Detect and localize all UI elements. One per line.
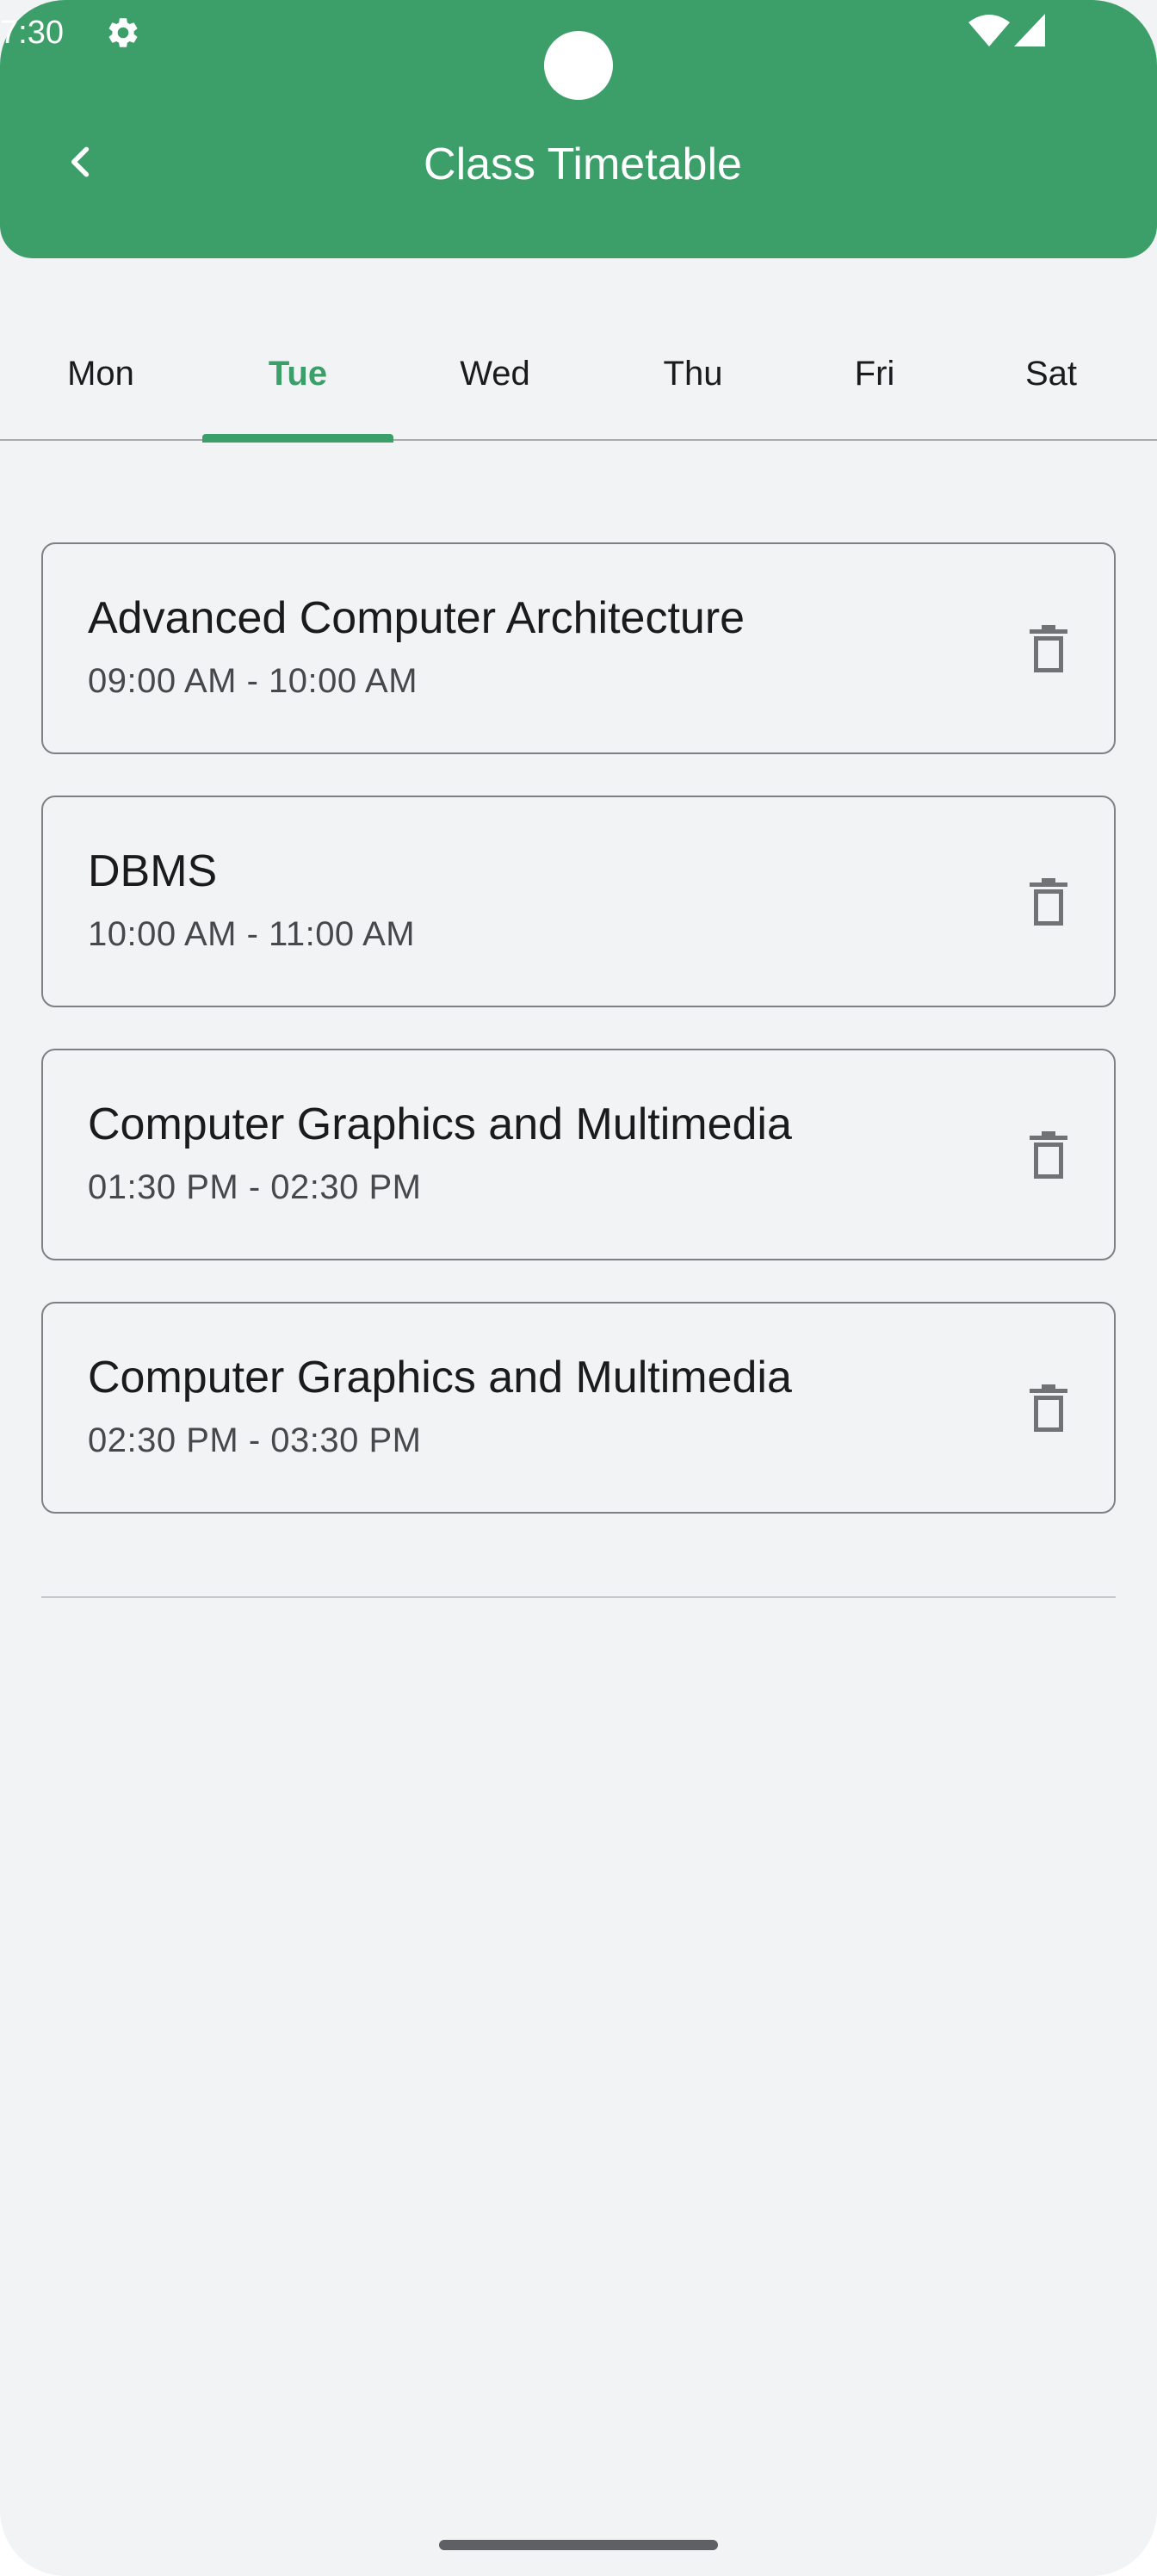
trash-icon bbox=[1030, 625, 1067, 672]
day-tabs: Mon Tue Wed Thu Fri Sat bbox=[0, 325, 1157, 441]
class-time: 09:00 AM - 10:00 AM bbox=[88, 662, 418, 700]
class-name: Computer Graphics and Multimedia bbox=[88, 1353, 792, 1403]
class-card[interactable]: Computer Graphics and Multimedia 02:30 P… bbox=[41, 1302, 1116, 1514]
trash-icon bbox=[1030, 1384, 1067, 1432]
trash-icon bbox=[1030, 878, 1067, 926]
list-divider bbox=[41, 1596, 1116, 1598]
tab-wed[interactable]: Wed bbox=[460, 348, 530, 399]
tab-mon[interactable]: Mon bbox=[67, 348, 134, 399]
class-name: Computer Graphics and Multimedia bbox=[88, 1099, 792, 1149]
signal-icon bbox=[1012, 12, 1047, 48]
delete-class-button[interactable] bbox=[1012, 613, 1085, 685]
class-name: DBMS bbox=[88, 846, 218, 896]
class-card[interactable]: DBMS 10:00 AM - 11:00 AM bbox=[41, 796, 1116, 1007]
app-screen: 7:30 Class Timetable Mon Tue Wed Thu Fri… bbox=[0, 0, 1157, 2576]
page-title: Class Timetable bbox=[424, 139, 742, 189]
status-time: 7:30 bbox=[0, 15, 64, 51]
class-time: 02:30 PM - 03:30 PM bbox=[88, 1421, 422, 1459]
delete-class-button[interactable] bbox=[1012, 1119, 1085, 1192]
gear-icon bbox=[105, 15, 141, 51]
class-name: Advanced Computer Architecture bbox=[88, 593, 746, 643]
delete-class-button[interactable] bbox=[1012, 1372, 1085, 1445]
top-app-bar: 7:30 Class Timetable bbox=[0, 0, 1157, 258]
trash-icon bbox=[1030, 1131, 1067, 1179]
class-card[interactable]: Computer Graphics and Multimedia 01:30 P… bbox=[41, 1049, 1116, 1260]
class-time: 01:30 PM - 02:30 PM bbox=[88, 1168, 422, 1206]
active-tab-indicator bbox=[202, 434, 393, 443]
tab-fri[interactable]: Fri bbox=[855, 348, 895, 399]
tab-tue[interactable]: Tue bbox=[269, 348, 327, 399]
tab-thu[interactable]: Thu bbox=[664, 348, 723, 399]
wifi-icon bbox=[968, 14, 1011, 48]
class-card[interactable]: Advanced Computer Architecture 09:00 AM … bbox=[41, 542, 1116, 754]
class-time: 10:00 AM - 11:00 AM bbox=[88, 915, 416, 953]
home-indicator[interactable] bbox=[439, 2540, 718, 2550]
camera-cutout bbox=[544, 31, 613, 100]
tab-sat[interactable]: Sat bbox=[1025, 348, 1077, 399]
delete-class-button[interactable] bbox=[1012, 866, 1085, 938]
